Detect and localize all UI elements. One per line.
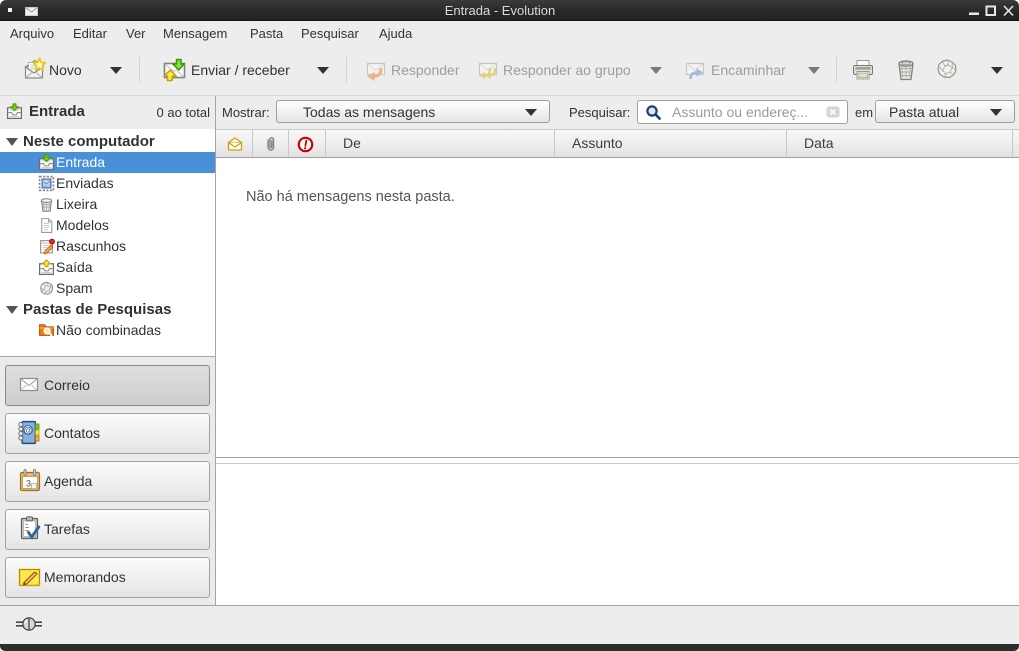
- svg-text:3: 3: [26, 479, 31, 489]
- svg-text:@: @: [24, 425, 33, 435]
